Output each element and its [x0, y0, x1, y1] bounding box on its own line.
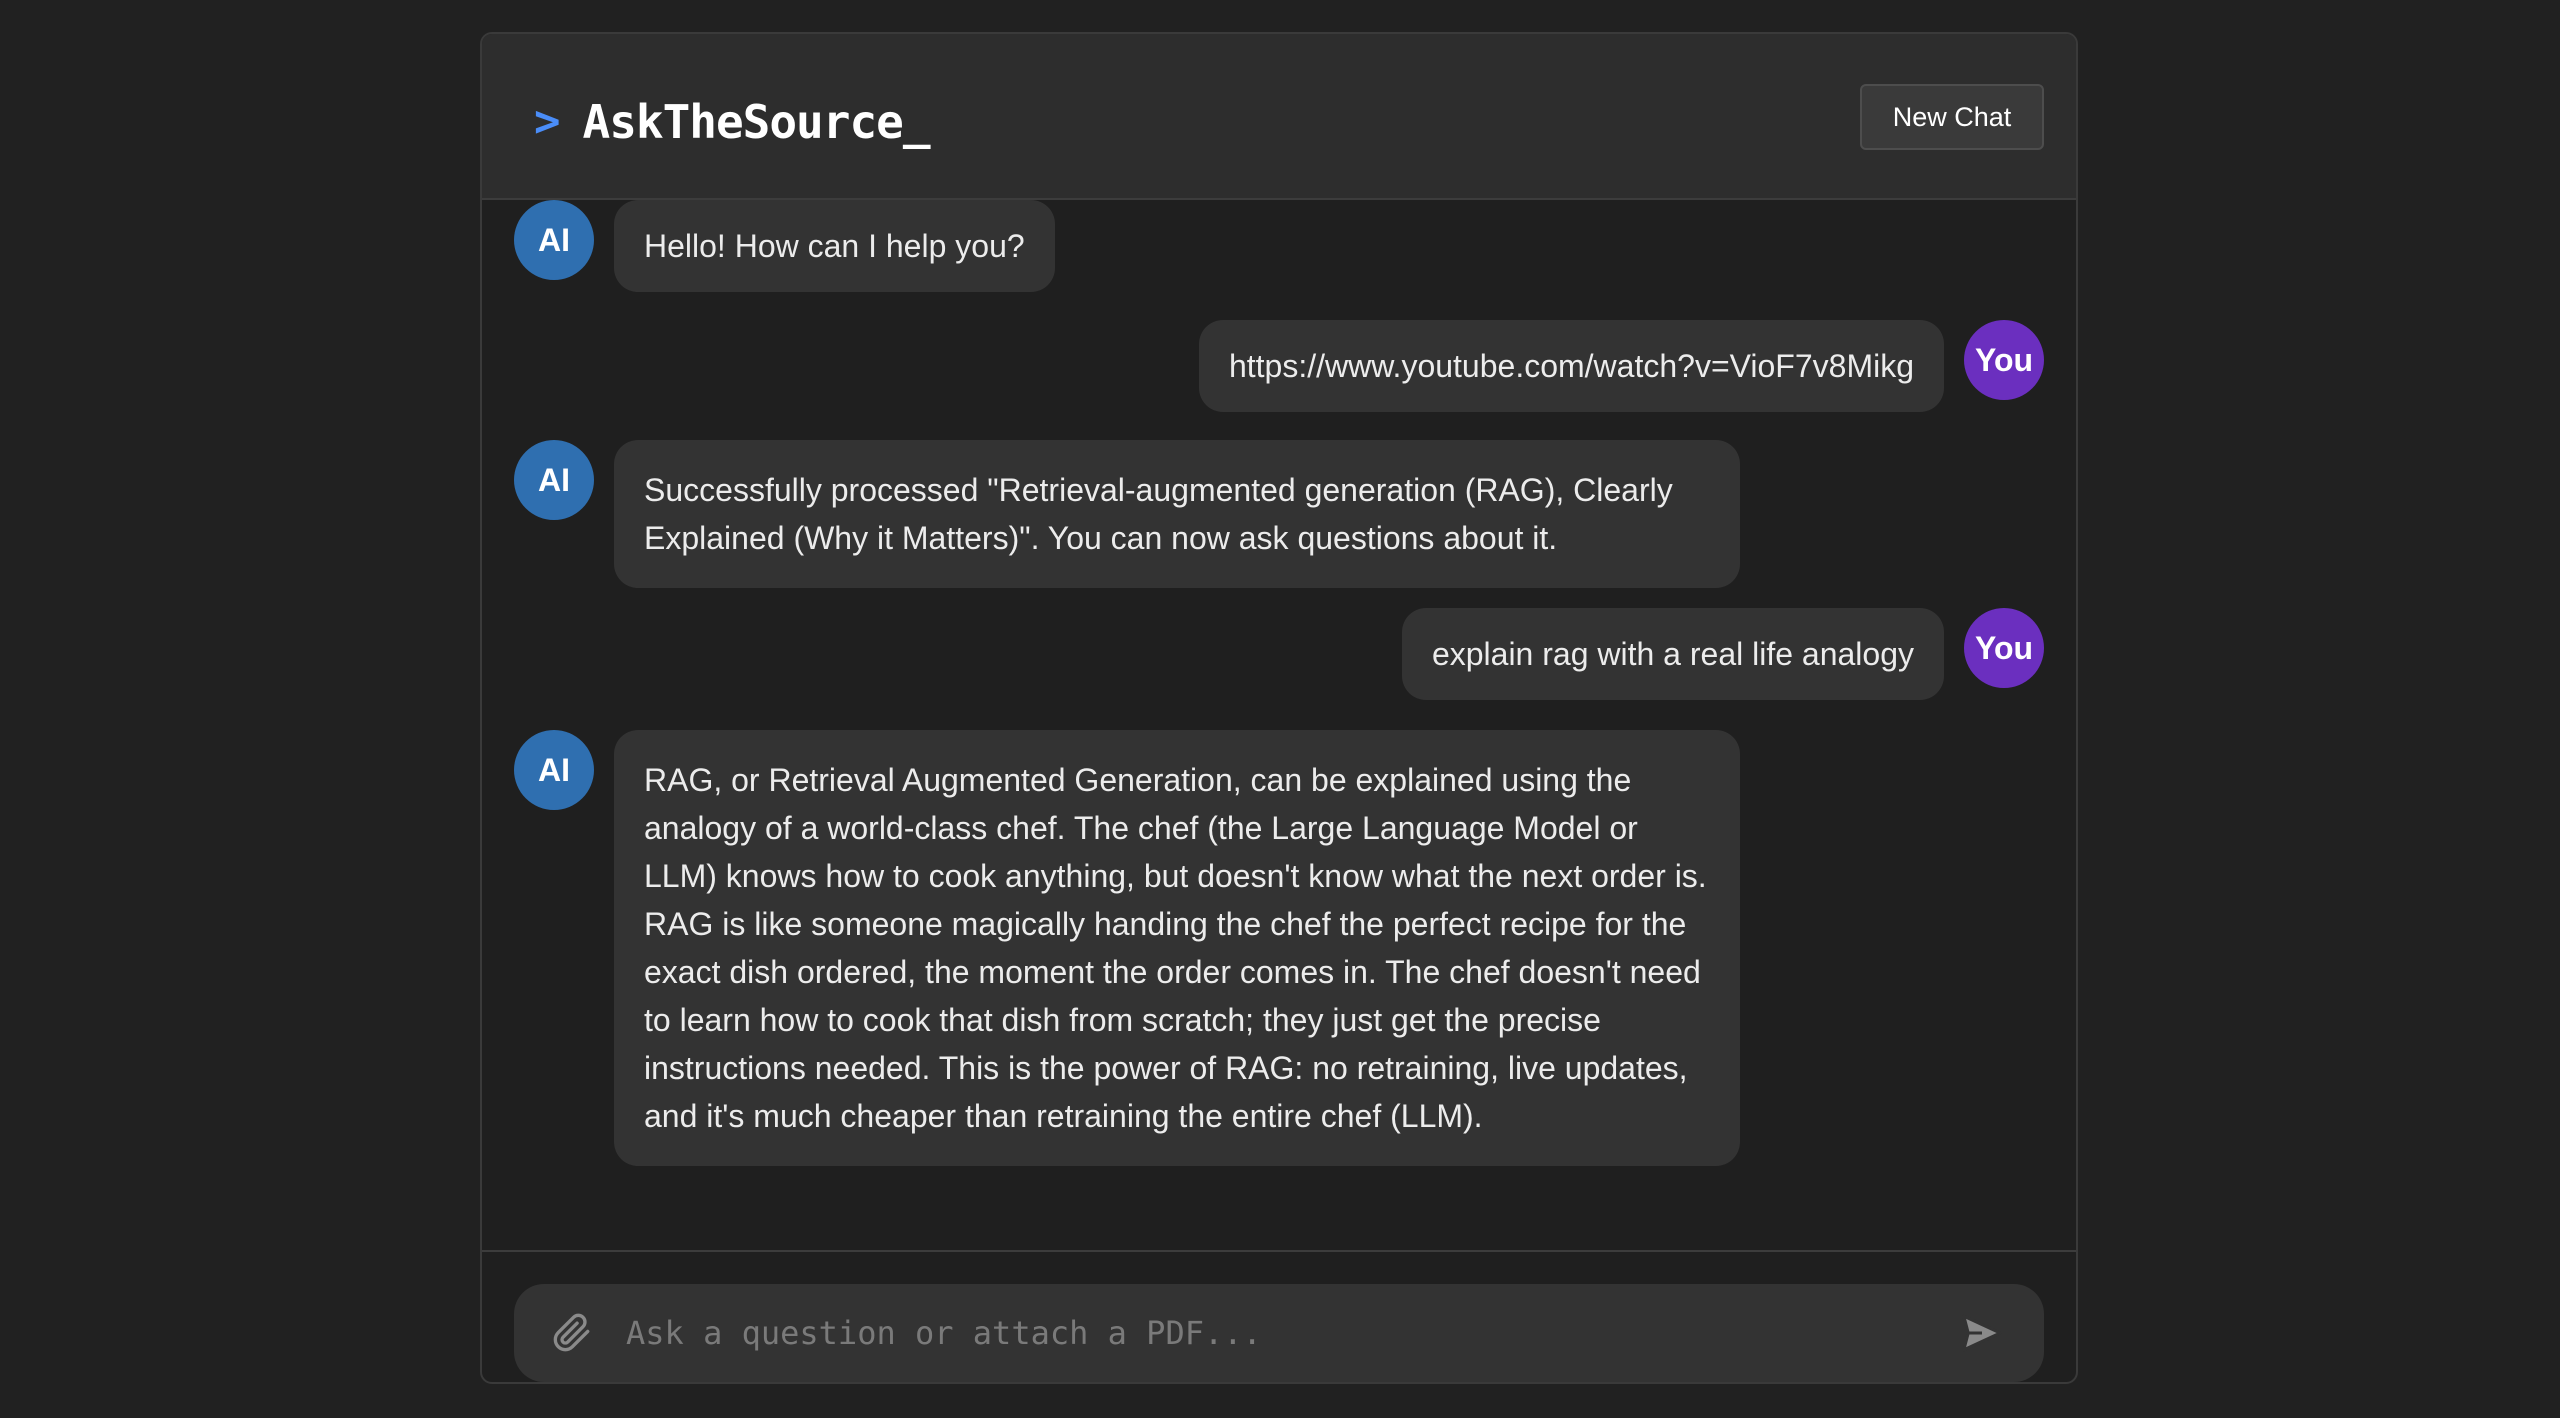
message-ai: AI RAG, or Retrieval Augmented Generatio… — [514, 730, 1740, 1166]
user-avatar: You — [1964, 608, 2044, 688]
message-ai: AI Hello! How can I help you? — [514, 200, 1055, 292]
ai-avatar: AI — [514, 730, 594, 810]
message-bubble: Hello! How can I help you? — [614, 200, 1055, 292]
chat-header: > AskTheSource _ New Chat — [482, 34, 2076, 200]
user-avatar: You — [1964, 320, 2044, 400]
paperclip-icon[interactable] — [548, 1309, 596, 1357]
chat-window: > AskTheSource _ New Chat AI Hello! How … — [480, 32, 2078, 1384]
ai-avatar: AI — [514, 440, 594, 520]
message-ai: AI Successfully processed "Retrieval-aug… — [514, 440, 1740, 588]
brand: > AskTheSource _ — [534, 96, 931, 148]
new-chat-button[interactable]: New Chat — [1860, 84, 2044, 150]
message-user: explain rag with a real life analogy You — [1401, 608, 2044, 700]
app-title: AskTheSource — [582, 95, 904, 149]
composer-bar — [482, 1250, 2076, 1382]
message-bubble: Successfully processed "Retrieval-augmen… — [614, 440, 1740, 588]
message-bubble: RAG, or Retrieval Augmented Generation, … — [614, 730, 1740, 1166]
message-user: https://www.youtube.com/watch?v=VioF7v8M… — [1198, 320, 2044, 412]
message-bubble: explain rag with a real life analogy — [1401, 608, 1944, 700]
ai-avatar: AI — [514, 200, 594, 280]
question-input[interactable] — [624, 1302, 1954, 1364]
terminal-prompt-icon: > — [534, 96, 561, 147]
message-list: AI Hello! How can I help you? https://ww… — [482, 200, 2076, 1250]
cursor-glyph: _ — [902, 95, 931, 149]
send-icon[interactable] — [1954, 1305, 2010, 1361]
composer — [514, 1284, 2044, 1382]
message-bubble: https://www.youtube.com/watch?v=VioF7v8M… — [1198, 320, 1944, 412]
